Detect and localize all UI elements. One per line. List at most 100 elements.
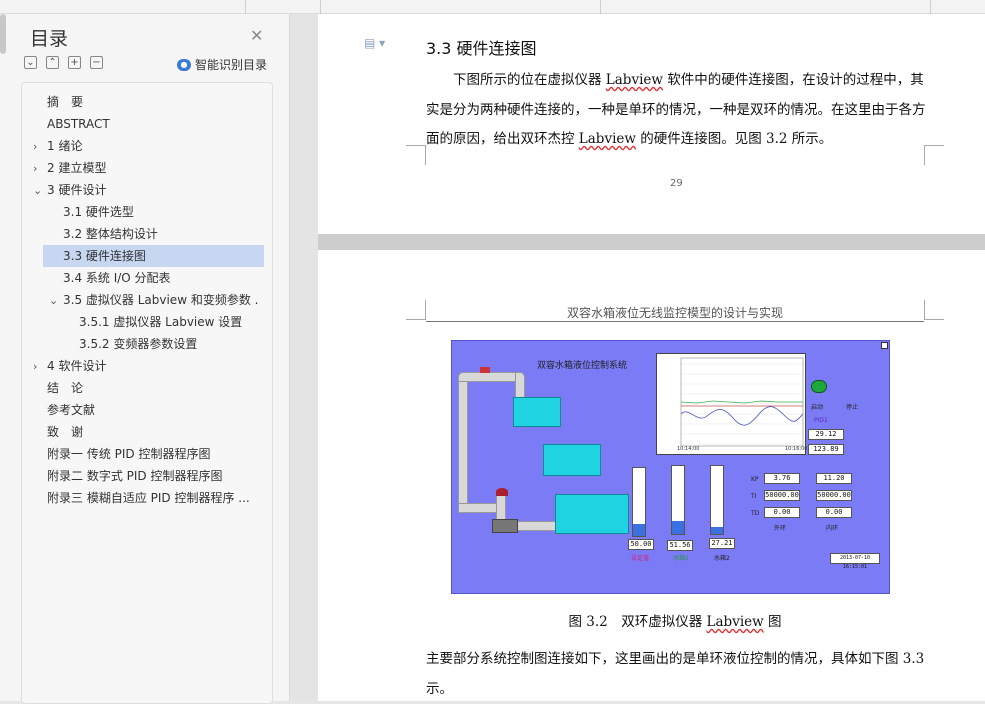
toc-toolbar: ⌄ ⌃ + − <box>24 56 103 69</box>
toc-item[interactable]: 3.4 系统 I/O 分配表 <box>63 267 272 289</box>
strip-divider <box>320 0 321 14</box>
outer-kp-field[interactable]: 3.76 <box>764 473 800 484</box>
para-text: 的硬件连接图。见图 3.2 所示。 <box>635 131 833 147</box>
toc-item[interactable]: 摘 要 <box>47 91 272 113</box>
toc-item[interactable]: 附录三 模糊自适应 PID 控制器程序 ... <box>47 487 272 509</box>
pid-label: PID1 <box>814 417 828 424</box>
toc-item[interactable]: 参考文献 <box>47 399 272 421</box>
toc-item[interactable]: 3.1 硬件选型 <box>63 201 272 223</box>
pipe-vertical <box>458 372 468 512</box>
toc-item-label: 3.4 系统 I/O 分配表 <box>63 271 171 285</box>
gauge-tank1 <box>671 465 685 535</box>
labview-figure[interactable]: 双容水箱液位控制系统 10:14:00 10:16:00 启动 停止 PID1 … <box>451 340 890 594</box>
remove-item-icon[interactable]: − <box>90 56 103 69</box>
chevron-right-icon[interactable]: › <box>33 136 47 157</box>
toc-sidebar: 目录 ✕ ⌄ ⌃ + − ● 智能识别目录 摘 要 ABSTRACT › 1 绪论 › 2… <box>0 14 290 704</box>
gauge-value-tank2: 27.21 <box>709 538 735 549</box>
outer-ti-field[interactable]: 50000.00 <box>764 490 800 501</box>
pipe-top <box>458 372 522 382</box>
toc-item[interactable]: 结 论 <box>47 377 272 399</box>
expand-all-icon[interactable]: ⌃ <box>46 56 59 69</box>
strip-divider <box>930 0 931 14</box>
gauge-label-tank2: 水箱2 <box>714 555 730 562</box>
toc-item[interactable]: › 1 绪论 <box>33 135 258 157</box>
kp-label: KP <box>751 476 759 483</box>
document-icon[interactable]: ▤ ▾ <box>364 36 385 50</box>
body-paragraph: 主要部分系统控制图连接如下，这里画出的是单环液位控制的情况，具体如下图 3.3 … <box>426 651 925 697</box>
toc-item[interactable]: ⌄ 3 硬件设计 <box>33 179 258 201</box>
toc-item[interactable]: › 2 建立模型 <box>33 157 258 179</box>
toc-item[interactable]: 致 谢 <box>47 421 272 443</box>
margin-corner-mark <box>924 300 944 320</box>
spellcheck-word: Labview <box>578 131 636 147</box>
smart-toc-label: 智能识别目录 <box>195 58 268 72</box>
gauge-value-tank1: 51.56 <box>667 540 693 551</box>
sidebar-scrollbar[interactable] <box>0 14 6 54</box>
margin-corner-mark <box>406 145 426 165</box>
middle-tank <box>543 444 601 476</box>
gauge-value-setpoint: 50.00 <box>628 539 654 550</box>
lower-tank <box>555 494 629 534</box>
stop-label: 停止 <box>846 404 859 411</box>
toc-item[interactable]: 3.5.1 虚拟仪器 Labview 设置 <box>79 311 272 333</box>
toc-list: 摘 要 ABSTRACT › 1 绪论 › 2 建立模型 ⌄ 3 硬件设计 3.1 硬件选型 3.… <box>21 82 273 704</box>
valve-icon <box>496 488 508 496</box>
timestamp-display: 2013-07-10 16:15:01 <box>830 553 880 570</box>
toc-item[interactable]: 3.5.2 变频器参数设置 <box>79 333 272 355</box>
ti-label: TI <box>751 493 757 500</box>
figure-caption: 图 3.2 双环虚拟仪器 Labview 图 <box>426 610 924 630</box>
chevron-down-icon[interactable]: ⌄ <box>49 290 63 311</box>
toc-item-label: 2 建立模型 <box>47 161 107 175</box>
outer-td-field[interactable]: 0.00 <box>764 507 800 518</box>
spellcheck-word: Labview <box>706 614 764 630</box>
running-header: 双容水箱液位无线监控模型的设计与实现 <box>566 306 783 320</box>
toc-item[interactable]: 附录一 传统 PID 控制器程序图 <box>47 443 272 465</box>
trend-graph-plot <box>680 357 804 447</box>
trend-graph: 10:14:00 10:16:00 <box>656 353 807 455</box>
chevron-right-icon[interactable]: › <box>33 356 47 377</box>
graph-time-start: 10:14:00 <box>677 446 700 452</box>
toc-item-label: 3.2 整体结构设计 <box>63 227 158 241</box>
sidebar-title: 目录 <box>30 28 69 50</box>
toc-item[interactable]: 3.3 硬件连接图 <box>43 245 264 267</box>
pump-icon <box>492 519 518 533</box>
pipe-valve-riser <box>496 493 506 521</box>
toc-item[interactable]: › 4 软件设计 <box>33 355 258 377</box>
strip-divider <box>245 0 246 14</box>
inner-td-field[interactable]: 0.00 <box>816 507 852 518</box>
add-item-icon[interactable]: + <box>68 56 81 69</box>
toc-item[interactable]: ABSTRACT <box>47 113 272 135</box>
inner-ti-field[interactable]: 50000.00 <box>816 490 852 501</box>
inner-kp-field[interactable]: 11.20 <box>816 473 852 484</box>
cloud-icon: ● <box>177 58 191 71</box>
document-page: 双容水箱液位无线监控模型的设计与实现 双容水箱液位控制系统 10:14:00 1… <box>318 250 985 701</box>
gauge-label-setpoint: 设定值 <box>631 555 650 562</box>
toc-item-label: 4 软件设计 <box>47 359 107 373</box>
section-heading: 3.3 硬件连接图 <box>426 39 537 58</box>
toc-item-label: 附录一 传统 PID 控制器程序图 <box>47 447 211 461</box>
toc-item-label: 结 论 <box>47 381 84 395</box>
smart-toc-button[interactable]: ● 智能识别目录 <box>177 56 267 73</box>
toc-item[interactable]: 3.2 整体结构设计 <box>63 223 272 245</box>
strip-divider <box>600 0 601 14</box>
chevron-down-icon[interactable]: ⌄ <box>33 180 47 201</box>
toc-item[interactable]: 附录二 数字式 PID 控制器程序图 <box>47 465 272 487</box>
chevron-right-icon[interactable]: › <box>33 158 47 179</box>
gauge-tank2 <box>710 465 724 535</box>
toc-item-label: 3.3 硬件连接图 <box>63 249 146 263</box>
document-page: ▤ ▾ 3.3 硬件连接图 下图所示的位在虚拟仪器 Labview 软件中的硬件… <box>318 14 985 234</box>
toc-item-label: 附录三 模糊自适应 PID 控制器程序 ... <box>47 491 250 505</box>
toc-item[interactable]: ⌄ 3.5 虚拟仪器 Labview 和变频参数 ... <box>49 289 258 311</box>
toc-item-label: 3.5.2 变频器参数设置 <box>79 337 198 351</box>
gauge-label-tank1: 水箱1 <box>673 555 689 562</box>
margin-corner-mark <box>406 300 426 320</box>
figure-title: 双容水箱液位控制系统 <box>537 361 628 371</box>
close-icon[interactable]: ✕ <box>250 26 263 45</box>
collapse-all-icon[interactable]: ⌄ <box>24 56 37 69</box>
flow-meter-icon <box>480 367 490 373</box>
margin-corner-mark <box>924 145 944 165</box>
title-strip <box>0 0 985 14</box>
upper-tank <box>513 397 561 427</box>
pipe-bottom <box>458 503 498 513</box>
page-break-gap <box>318 234 985 250</box>
